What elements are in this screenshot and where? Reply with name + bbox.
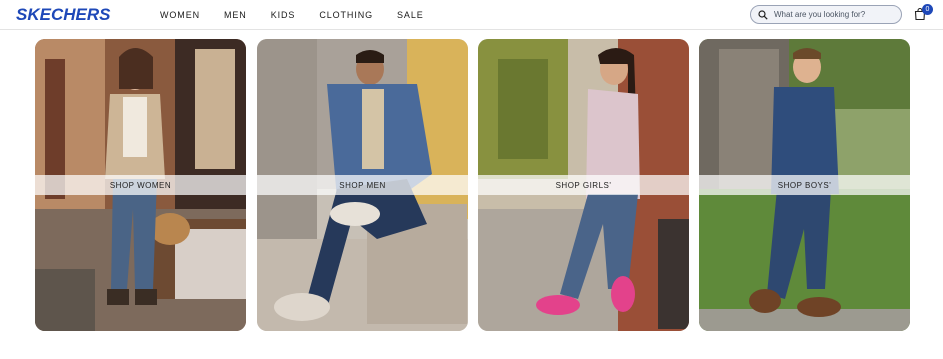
cart-count-badge: 0: [922, 4, 933, 15]
shop-girls-label: SHOP GIRLS': [555, 180, 612, 190]
shop-girls-band: SHOP GIRLS': [478, 175, 689, 195]
nav-women[interactable]: WOMEN: [160, 10, 200, 20]
nav-men[interactable]: MEN: [224, 10, 247, 20]
shop-boys-tile[interactable]: SHOP BOYS': [699, 39, 910, 331]
svg-text:SKECHERS: SKECHERS: [16, 5, 111, 23]
logo-wordmark: SKECHERS: [16, 5, 111, 23]
shop-boys-band: SHOP BOYS': [699, 175, 910, 195]
nav-kids[interactable]: KIDS: [271, 10, 296, 20]
shop-boys-label: SHOP BOYS': [777, 180, 832, 190]
shop-men-label: SHOP MEN: [339, 180, 386, 190]
shop-girls-tile[interactable]: SHOP GIRLS': [478, 39, 689, 331]
search-icon: [758, 9, 768, 20]
site-header: SKECHERS WOMEN MEN KIDS CLOTHING SALE 0: [0, 0, 943, 30]
main-nav: WOMEN MEN KIDS CLOTHING SALE: [160, 10, 448, 20]
search-box[interactable]: [750, 5, 902, 24]
search-input[interactable]: [774, 10, 894, 19]
nav-sale[interactable]: SALE: [397, 10, 424, 20]
shop-men-band: SHOP MEN: [257, 175, 468, 195]
nav-clothing[interactable]: CLOTHING: [319, 10, 373, 20]
skechers-logo[interactable]: SKECHERS: [16, 5, 141, 23]
shop-women-label: SHOP WOMEN: [109, 180, 172, 190]
shop-women-band: SHOP WOMEN: [35, 175, 246, 195]
shop-men-tile[interactable]: SHOP MEN: [257, 39, 468, 331]
shop-women-tile[interactable]: SHOP WOMEN: [35, 39, 246, 331]
